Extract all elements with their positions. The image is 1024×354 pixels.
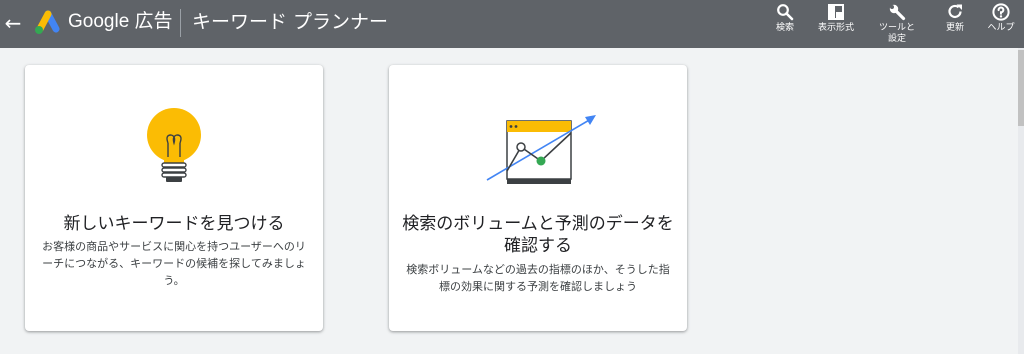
back-arrow-icon[interactable]: ← bbox=[2, 10, 24, 36]
header-divider bbox=[180, 9, 181, 37]
trend-chart-icon bbox=[486, 115, 596, 184]
scrollbar-thumb[interactable] bbox=[1018, 50, 1024, 126]
display-format-icon bbox=[828, 4, 844, 20]
card-description: 検索ボリュームなどの過去の指標のほか、そうした指標の効果に関する予測を確認しまし… bbox=[406, 263, 670, 293]
refresh-button[interactable]: 更新 bbox=[940, 0, 970, 48]
brand-name: Google 広告 bbox=[68, 11, 173, 32]
search-icon bbox=[777, 4, 794, 21]
tools-settings-label: ツールと設定 bbox=[878, 23, 915, 44]
discover-keywords-card[interactable]: 新しいキーワードを見つける お客様の商品やサービスに関心を持つユーザーへのリーチ… bbox=[25, 65, 323, 331]
wrench-icon bbox=[889, 4, 906, 21]
display-format-button[interactable]: 表示形式 bbox=[812, 0, 860, 48]
tool-title: キーワード プランナー bbox=[192, 11, 389, 33]
card-title: 検索のボリュームと予測のデータを確認する bbox=[402, 214, 674, 256]
help-button[interactable]: ヘルプ bbox=[984, 0, 1018, 48]
refresh-icon bbox=[948, 4, 962, 19]
help-icon bbox=[992, 3, 1010, 21]
search-button[interactable]: 検索 bbox=[770, 0, 800, 48]
card-title: 新しいキーワードを見つける bbox=[63, 214, 285, 234]
refresh-label: 更新 bbox=[945, 23, 964, 33]
search-label: 検索 bbox=[775, 23, 794, 33]
card-description: お客様の商品やサービスに関心を持つユーザーへのリーチにつながる、キーワードの候補… bbox=[42, 240, 306, 287]
lightbulb-icon bbox=[147, 108, 201, 182]
tools-settings-button[interactable]: ツールと設定 bbox=[874, 0, 920, 48]
top-app-bar: ← Google 広告 キーワード プランナー 検索 表示形式 ツールと設定 更… bbox=[0, 0, 1024, 48]
display-format-label: 表示形式 bbox=[817, 23, 854, 33]
google-ads-logo-icon bbox=[35, 10, 60, 34]
help-label: ヘルプ bbox=[987, 23, 1015, 33]
search-volume-forecast-card[interactable]: 検索のボリュームと予測のデータを確認する 検索ボリュームなどの過去の指標のほか、… bbox=[389, 65, 687, 331]
vertical-scrollbar[interactable] bbox=[1018, 48, 1024, 354]
